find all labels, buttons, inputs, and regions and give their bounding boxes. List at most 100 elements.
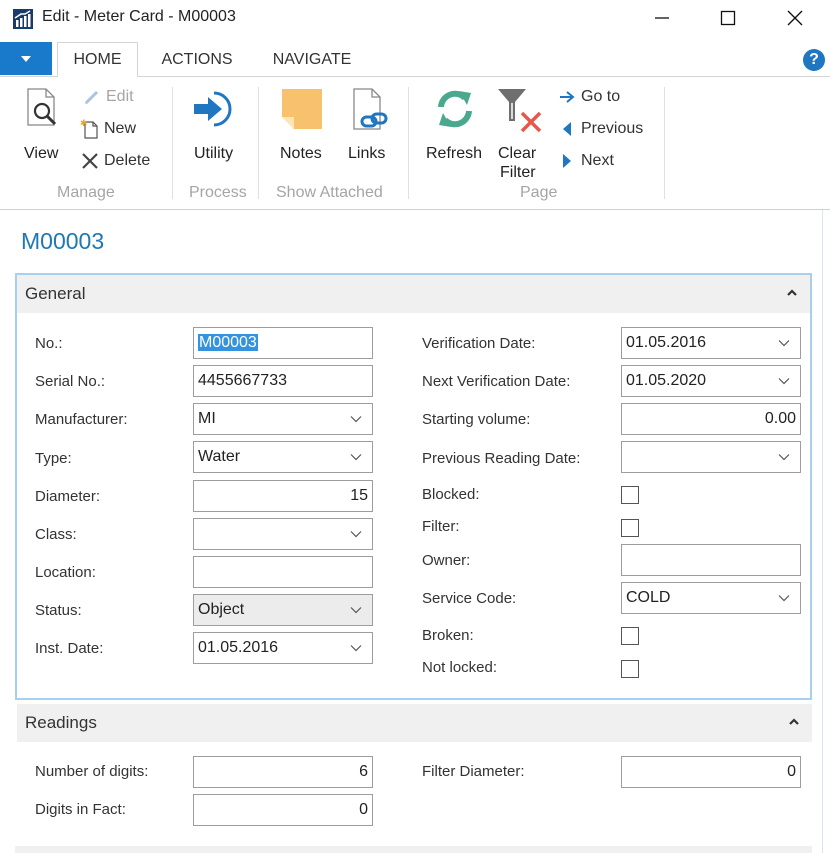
status-value: Object: [198, 601, 245, 618]
label-filter-diameter: Filter Diameter:: [422, 763, 525, 780]
diameter-value: 15: [350, 487, 368, 504]
goto-arrow-icon: [557, 87, 577, 107]
edit-button[interactable]: Edit: [82, 87, 134, 107]
chevron-down-icon[interactable]: [350, 530, 362, 538]
next-verification-date-dropdown[interactable]: 01.05.2020: [621, 365, 801, 397]
chevron-up-icon[interactable]: [786, 287, 798, 299]
class-dropdown[interactable]: [193, 518, 373, 550]
pencil-icon: [82, 87, 102, 107]
close-button[interactable]: [773, 4, 817, 32]
utility-button[interactable]: Utility: [190, 85, 244, 165]
label-serial-no: Serial No.:: [35, 373, 106, 390]
title-bar: Edit - Meter Card - M00003: [0, 0, 830, 38]
chevron-down-icon[interactable]: [778, 377, 790, 385]
delete-button[interactable]: Delete: [80, 151, 150, 171]
type-value: Water: [198, 448, 241, 465]
app-menu-button[interactable]: [0, 42, 52, 75]
help-icon[interactable]: ?: [803, 49, 825, 71]
refresh-button[interactable]: Refresh: [424, 85, 486, 165]
no-value: M00003: [198, 334, 258, 351]
refresh-icon: [438, 90, 472, 128]
label-previous-reading-date: Previous Reading Date:: [422, 450, 581, 467]
service-code-value: COLD: [626, 589, 671, 606]
chevron-down-icon[interactable]: [350, 453, 362, 461]
label-status: Status:: [35, 602, 82, 619]
label-broken: Broken:: [422, 627, 474, 644]
tab-actions[interactable]: ACTIONS: [152, 42, 242, 77]
group-label-page: Page: [520, 184, 558, 201]
serial-no-field[interactable]: 4455667733: [193, 365, 373, 397]
scrollbar-track[interactable]: [822, 210, 823, 853]
diameter-field[interactable]: 15: [193, 480, 373, 512]
fasttab-general-title: General: [25, 284, 86, 303]
fasttab-general-header[interactable]: General: [17, 275, 810, 313]
label-not-locked: Not locked:: [422, 659, 498, 676]
chevron-down-icon[interactable]: [350, 644, 362, 652]
manufacturer-value: MI: [198, 410, 216, 427]
minimize-button[interactable]: [640, 4, 684, 32]
not-locked-checkbox[interactable]: [621, 660, 639, 678]
goto-label: Go to: [581, 88, 621, 105]
delete-x-icon: [80, 151, 100, 171]
no-field[interactable]: M00003: [193, 327, 373, 359]
inst-date-value: 01.05.2016: [198, 639, 279, 656]
clear-filter-button[interactable]: Clear Filter: [494, 85, 544, 185]
manufacturer-dropdown[interactable]: MI: [193, 403, 373, 435]
filter-diameter-value: 0: [787, 763, 796, 780]
chevron-down-icon[interactable]: [350, 606, 362, 614]
location-field[interactable]: [193, 556, 373, 588]
status-dropdown[interactable]: Object: [193, 594, 373, 626]
filter-checkbox[interactable]: [621, 519, 639, 537]
previous-button[interactable]: Previous: [557, 119, 643, 139]
note-icon: [282, 89, 322, 129]
next-fasttab-edge: [15, 846, 812, 853]
dynamics-nav-chart-icon: [13, 9, 33, 29]
group-label-show-attached: Show Attached: [276, 184, 383, 201]
utility-label: Utility: [194, 145, 234, 162]
notes-button[interactable]: Notes: [278, 85, 328, 165]
tab-home[interactable]: HOME: [57, 42, 138, 78]
service-code-dropdown[interactable]: COLD: [621, 582, 801, 614]
links-button[interactable]: Links: [346, 85, 390, 165]
clear-filter-label-line2: Filter: [500, 164, 536, 181]
broken-checkbox[interactable]: [621, 627, 639, 645]
filter-diameter-field[interactable]: 0: [621, 756, 801, 788]
verification-date-dropdown[interactable]: 01.05.2016: [621, 327, 801, 359]
next-label: Next: [581, 152, 614, 169]
new-document-icon: ✱: [80, 118, 100, 139]
chevron-down-icon[interactable]: [778, 453, 790, 461]
chevron-down-icon[interactable]: [778, 594, 790, 602]
delete-label: Delete: [104, 152, 151, 169]
previous-reading-date-dropdown[interactable]: [621, 441, 801, 473]
maximize-button[interactable]: [706, 4, 750, 32]
starting-volume-value: 0.00: [764, 410, 796, 427]
previous-label: Previous: [581, 120, 644, 137]
view-button[interactable]: View: [22, 85, 66, 165]
label-starting-volume: Starting volume:: [422, 411, 531, 428]
fasttab-general: General No.: M00003 Serial No.: 44556677…: [15, 273, 812, 700]
next-button[interactable]: Next: [557, 151, 614, 171]
refresh-label: Refresh: [426, 145, 483, 162]
fasttab-readings-header[interactable]: Readings: [17, 704, 812, 742]
chevron-down-icon[interactable]: [778, 339, 790, 347]
starting-volume-field[interactable]: 0.00: [621, 403, 801, 435]
svg-text:✱: ✱: [80, 118, 88, 128]
minimize-icon: [655, 17, 669, 19]
chevron-up-icon[interactable]: [788, 716, 800, 728]
goto-button[interactable]: Go to: [557, 87, 620, 107]
tab-navigate[interactable]: NAVIGATE: [262, 42, 362, 77]
chevron-down-icon[interactable]: [350, 415, 362, 423]
window-title: Edit - Meter Card - M00003: [42, 8, 236, 25]
digits-in-fact-field[interactable]: 0: [193, 794, 373, 826]
label-class: Class:: [35, 526, 77, 543]
number-of-digits-field[interactable]: 6: [193, 756, 373, 788]
type-dropdown[interactable]: Water: [193, 441, 373, 473]
group-label-process: Process: [189, 184, 247, 201]
new-button[interactable]: ✱ New: [80, 118, 136, 139]
label-type: Type:: [35, 450, 72, 467]
ribbon-separator: [258, 87, 259, 199]
blocked-checkbox[interactable]: [621, 486, 639, 504]
inst-date-dropdown[interactable]: 01.05.2016: [193, 632, 373, 664]
ribbon-separator: [664, 87, 665, 199]
owner-field[interactable]: [621, 544, 801, 576]
